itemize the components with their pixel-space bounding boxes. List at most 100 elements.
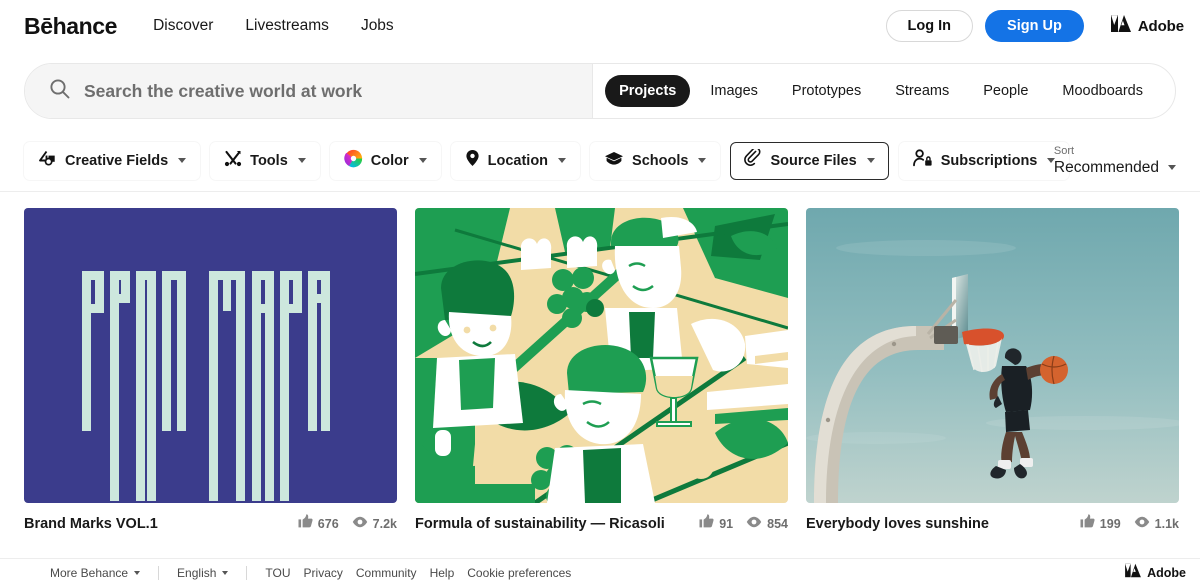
project-card-footer: Formula of sustainability — Ricasoli 91 (415, 503, 788, 533)
project-title[interactable]: Formula of sustainability — Ricasoli (415, 516, 665, 532)
footer-link-cookie-preferences[interactable]: Cookie preferences (467, 566, 571, 580)
tab-moodboards[interactable]: Moodboards (1048, 75, 1157, 107)
chevron-down-icon (222, 570, 229, 575)
filter-bar: Creative Fields Tools Color Location Sch… (0, 130, 1200, 192)
adobe-wordmark: Adobe (1147, 565, 1186, 580)
chevron-down-icon (1168, 164, 1176, 170)
chevron-down-icon (866, 158, 875, 163)
footer-more-behance-label: More Behance (50, 565, 129, 580)
project-card-footer: Everybody loves sunshine 199 1.1k (806, 503, 1179, 533)
graduation-cap-icon (604, 150, 624, 172)
page-root: Bēhance Discover Livestreams Jobs Log In… (0, 0, 1200, 586)
sort-control[interactable]: Sort Recommended (1054, 145, 1176, 177)
adobe-wordmark: Adobe (1137, 17, 1184, 35)
filter-tools-label: Tools (250, 152, 288, 169)
likes-count: 91 (719, 516, 734, 531)
views-count: 7.2k (372, 516, 397, 531)
chevron-down-icon (178, 158, 187, 163)
likes-stat: 199 (1080, 514, 1121, 533)
filter-color[interactable]: Color (329, 141, 441, 180)
footer-more-behance[interactable]: More Behance (50, 565, 141, 580)
behance-logo[interactable]: Bēhance (24, 13, 117, 40)
chevron-down-icon (297, 158, 306, 163)
search-row: Projects Images Prototypes Streams Peopl… (0, 52, 1200, 130)
filter-location-label: Location (487, 152, 549, 169)
views-stat: 854 (746, 515, 788, 533)
filter-subscriptions[interactable]: Subscriptions (898, 141, 1070, 180)
footer-link-privacy[interactable]: Privacy (304, 566, 343, 580)
footer-links: TOU Privacy Community Help Cookie prefer… (265, 566, 571, 580)
footer-link-community[interactable]: Community (356, 566, 417, 580)
footer-bar: More Behance English TOU Privacy Communi… (0, 558, 1200, 586)
sort-value: Recommended (1053, 158, 1159, 176)
tab-prototypes[interactable]: Prototypes (778, 75, 875, 107)
nav-link-livestreams[interactable]: Livestreams (245, 17, 329, 35)
person-lock-icon (912, 149, 933, 172)
eye-icon (1134, 515, 1150, 533)
project-thumbnail-brand-marks[interactable] (24, 208, 397, 503)
adobe-triangle-icon (1124, 563, 1142, 583)
footer-adobe-logo[interactable]: Adobe (1124, 563, 1186, 583)
creative-fields-icon (38, 150, 57, 172)
filter-location[interactable]: Location (450, 141, 581, 180)
color-wheel-icon (344, 149, 363, 173)
filter-source-files-label: Source Files (770, 152, 857, 169)
paperclip-icon (744, 147, 762, 172)
project-thumbnail-sustainability[interactable] (415, 208, 788, 503)
tools-icon (224, 150, 242, 172)
search-type-tabs: Projects Images Prototypes Streams Peopl… (593, 75, 1175, 107)
likes-count: 199 (1099, 516, 1121, 531)
footer-language-label: English (177, 565, 217, 580)
filter-schools[interactable]: Schools (590, 141, 721, 180)
likes-stat: 91 (699, 514, 733, 533)
log-in-button[interactable]: Log In (885, 10, 974, 42)
sort-value-row: Recommended (1054, 158, 1176, 177)
project-grid: Brand Marks VOL.1 676 7.2k Formula of su… (0, 192, 1200, 533)
filter-source-files[interactable]: Source Files (730, 141, 889, 180)
filter-color-label: Color (370, 152, 409, 169)
search-icon (49, 78, 70, 104)
search-container: Projects Images Prototypes Streams Peopl… (24, 63, 1176, 119)
project-card[interactable]: Everybody loves sunshine 199 1.1k (806, 208, 1179, 533)
thumbs-up-icon (699, 514, 714, 533)
project-card[interactable]: Formula of sustainability — Ricasoli 91 (415, 208, 788, 533)
tab-projects[interactable]: Projects (605, 75, 691, 107)
chevron-down-icon (134, 570, 141, 575)
likes-stat: 676 (298, 514, 339, 533)
project-thumbnail-basketball[interactable] (806, 208, 1179, 503)
footer-divider (158, 565, 160, 580)
project-title[interactable]: Brand Marks VOL.1 (24, 516, 158, 532)
filter-subscriptions-label: Subscriptions (940, 152, 1038, 169)
tab-streams[interactable]: Streams (881, 75, 963, 107)
search-input[interactable] (84, 80, 593, 102)
project-stats: 91 854 (699, 514, 788, 533)
search-field[interactable] (25, 64, 594, 118)
project-stats: 676 7.2k (298, 514, 397, 533)
project-title[interactable]: Everybody loves sunshine (806, 516, 989, 532)
project-card-footer: Brand Marks VOL.1 676 7.2k (24, 503, 397, 533)
tab-people[interactable]: People (969, 75, 1042, 107)
nav-link-discover[interactable]: Discover (153, 17, 213, 35)
sort-label: Sort (1053, 144, 1075, 157)
footer-link-help[interactable]: Help (430, 566, 455, 580)
nav-link-jobs[interactable]: Jobs (361, 17, 394, 35)
filter-tools[interactable]: Tools (210, 141, 320, 180)
account-actions: Log In Sign Up Adobe (885, 0, 1184, 52)
top-navigation-bar: Bēhance Discover Livestreams Jobs Log In… (0, 0, 1200, 52)
project-card[interactable]: Brand Marks VOL.1 676 7.2k (24, 208, 397, 533)
sign-up-button[interactable]: Sign Up (985, 10, 1084, 42)
primary-nav-links: Discover Livestreams Jobs (153, 17, 394, 35)
footer-link-tou[interactable]: TOU (265, 566, 290, 580)
tab-images[interactable]: Images (696, 75, 772, 107)
footer-language-selector[interactable]: English (177, 565, 229, 580)
filter-creative-fields[interactable]: Creative Fields (24, 141, 201, 180)
chevron-down-icon (558, 158, 567, 163)
views-count: 1.1k (1154, 516, 1179, 531)
views-count: 854 (767, 516, 788, 531)
adobe-logo-link[interactable]: Adobe (1110, 14, 1184, 38)
eye-icon (746, 515, 762, 533)
eye-icon (352, 515, 368, 533)
chevron-down-icon (418, 158, 427, 163)
chevron-down-icon (698, 158, 707, 163)
location-pin-icon (465, 149, 480, 172)
